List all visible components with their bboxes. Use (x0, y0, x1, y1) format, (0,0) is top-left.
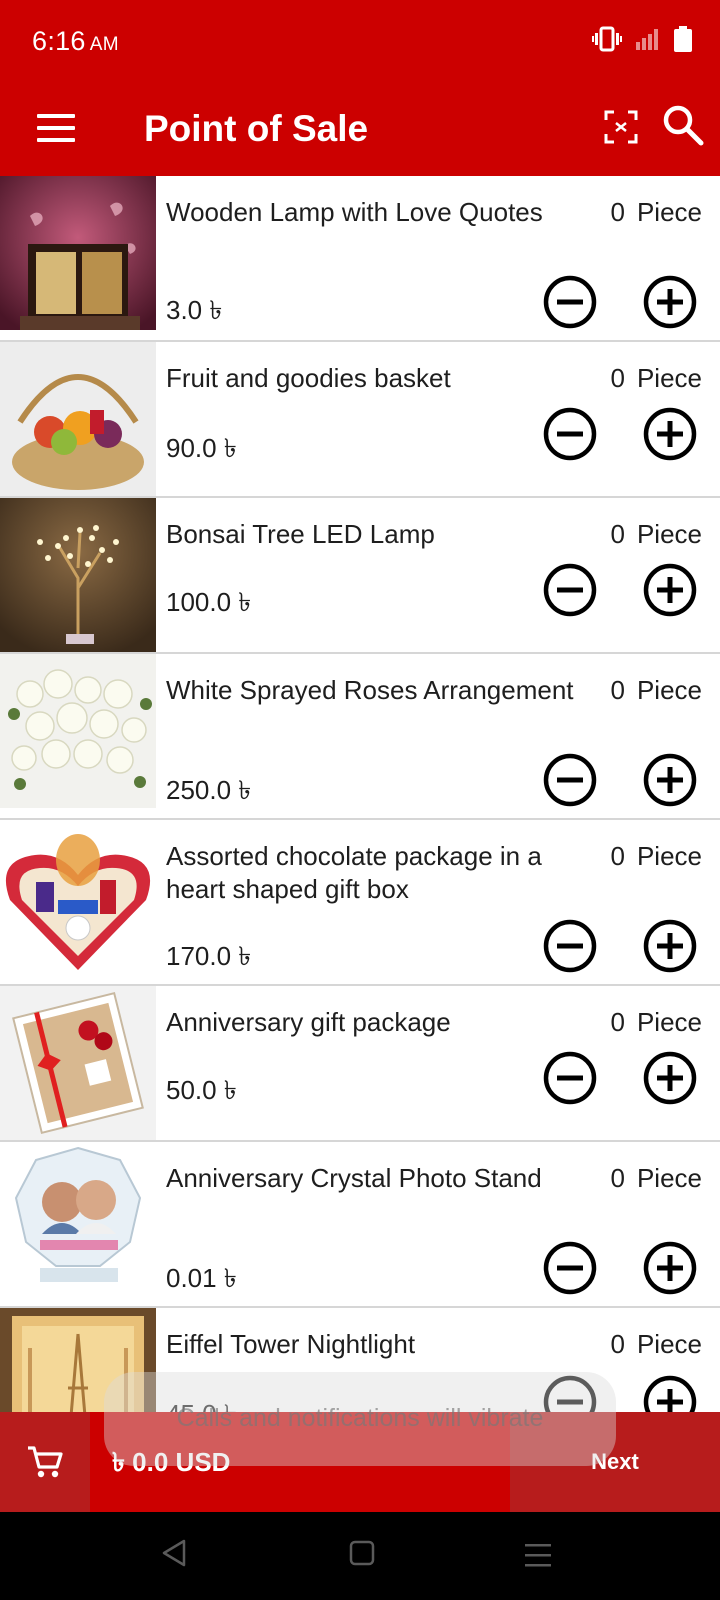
decrease-quantity-button[interactable] (542, 1050, 598, 1106)
menu-icon[interactable] (36, 108, 76, 148)
toast-message: Calls and notifications will vibrate (104, 1372, 616, 1466)
quantity-value: 0 (610, 363, 625, 393)
product-name: Bonsai Tree LED Lamp (166, 519, 435, 549)
increase-quantity-button[interactable] (642, 1374, 698, 1412)
increase-quantity-button[interactable] (642, 1240, 698, 1296)
product-price: 50.0 ৳ (166, 1075, 237, 1105)
increase-quantity-button[interactable] (642, 406, 698, 462)
product-row[interactable]: Assorted chocolate package in a heart sh… (0, 820, 720, 986)
status-time-ampm: AM (89, 34, 119, 55)
product-price: 90.0 ৳ (166, 433, 237, 463)
status-time: 6:16 AM (32, 26, 119, 57)
decrease-quantity-button[interactable] (542, 274, 598, 330)
back-icon[interactable] (160, 1538, 188, 1568)
product-image-bonsai-lamp (0, 498, 156, 652)
product-name: White Sprayed Roses Arrangement (166, 675, 574, 705)
product-quantity: 0 Piece (610, 362, 702, 395)
quantity-unit: Piece (636, 1329, 702, 1359)
battery-icon (674, 26, 692, 52)
product-price: 0.01 ৳ (166, 1263, 237, 1293)
product-image-chocolate-box (0, 820, 156, 974)
decrease-quantity-button[interactable] (542, 752, 598, 808)
cart-button[interactable] (0, 1412, 90, 1512)
increase-quantity-button[interactable] (642, 752, 698, 808)
signal-icon (636, 29, 658, 50)
product-row[interactable]: Wooden Lamp with Love Quotes 0 Piece 3.0 … (0, 176, 720, 342)
product-row[interactable]: Bonsai Tree LED Lamp 0 Piece 100.0 ৳ (0, 498, 720, 654)
quantity-unit: Piece (636, 841, 702, 871)
quantity-value: 0 (610, 1007, 625, 1037)
product-name: Assorted chocolate package in a heart sh… (166, 841, 542, 904)
status-time-value: 6:16 (32, 26, 86, 56)
recents-icon[interactable] (524, 1542, 552, 1568)
pos-screen: 6:16 AM Point of Sale Wooden Lamp with L… (0, 0, 720, 1600)
quantity-value: 0 (610, 1329, 625, 1359)
product-quantity: 0 Piece (610, 674, 702, 707)
system-nav-bar (0, 1512, 720, 1600)
product-quantity: 0 Piece (610, 840, 702, 873)
product-image-wooden-lamp (0, 176, 156, 330)
quantity-unit: Piece (636, 197, 702, 227)
shopping-cart-icon (28, 1446, 63, 1478)
quantity-value: 0 (610, 675, 625, 705)
increase-quantity-button[interactable] (642, 562, 698, 618)
product-name: Anniversary gift package (166, 1007, 451, 1037)
increase-quantity-button[interactable] (642, 918, 698, 974)
product-price: 250.0 ৳ (166, 775, 252, 805)
quantity-unit: Piece (636, 675, 702, 705)
product-row[interactable]: White Sprayed Roses Arrangement 0 Piece 2… (0, 654, 720, 820)
product-image-white-roses (0, 654, 156, 808)
status-icons (592, 26, 692, 52)
product-name: Wooden Lamp with Love Quotes (166, 197, 543, 227)
product-name: Eiffel Tower Nightlight (166, 1329, 416, 1359)
quantity-value: 0 (610, 841, 625, 871)
product-price: 170.0 ৳ (166, 941, 252, 971)
decrease-quantity-button[interactable] (542, 562, 598, 618)
product-image-crystal-photo-stand (0, 1142, 156, 1296)
product-row[interactable]: Anniversary Crystal Photo Stand 0 Piece 0… (0, 1142, 720, 1308)
product-name: Anniversary Crystal Photo Stand (166, 1163, 542, 1193)
quantity-value: 0 (610, 519, 625, 549)
decrease-quantity-button[interactable] (542, 406, 598, 462)
app-bar: Point of Sale (0, 82, 720, 176)
product-row[interactable]: Fruit and goodies basket 0 Piece 90.0 ৳ (0, 342, 720, 498)
scan-icon[interactable] (604, 110, 638, 144)
status-bar: 6:16 AM (0, 0, 720, 82)
quantity-unit: Piece (636, 1163, 702, 1193)
product-quantity: 0 Piece (610, 196, 702, 229)
quantity-value: 0 (610, 197, 625, 227)
product-quantity: 0 Piece (610, 1006, 702, 1039)
increase-quantity-button[interactable] (642, 274, 698, 330)
product-quantity: 0 Piece (610, 518, 702, 551)
decrease-quantity-button[interactable] (542, 1240, 598, 1296)
quantity-value: 0 (610, 1163, 625, 1193)
product-image-fruit-basket (0, 342, 156, 496)
home-icon[interactable] (349, 1540, 375, 1566)
product-quantity: 0 Piece (610, 1162, 702, 1195)
increase-quantity-button[interactable] (642, 1050, 698, 1106)
product-list[interactable]: Wooden Lamp with Love Quotes 0 Piece 3.0 … (0, 176, 720, 1412)
product-row[interactable]: Anniversary gift package 0 Piece 50.0 ৳ (0, 986, 720, 1142)
product-price: 3.0 ৳ (166, 295, 223, 325)
product-quantity: 0 Piece (610, 1328, 702, 1361)
decrease-quantity-button[interactable] (542, 918, 598, 974)
product-name: Fruit and goodies basket (166, 363, 451, 393)
product-image-anniversary-package (0, 986, 156, 1140)
quantity-unit: Piece (636, 519, 702, 549)
product-price: 100.0 ৳ (166, 587, 252, 617)
search-icon[interactable] (660, 102, 706, 148)
vibrate-icon (592, 26, 622, 52)
quantity-unit: Piece (636, 1007, 702, 1037)
quantity-unit: Piece (636, 363, 702, 393)
page-title: Point of Sale (144, 108, 369, 149)
